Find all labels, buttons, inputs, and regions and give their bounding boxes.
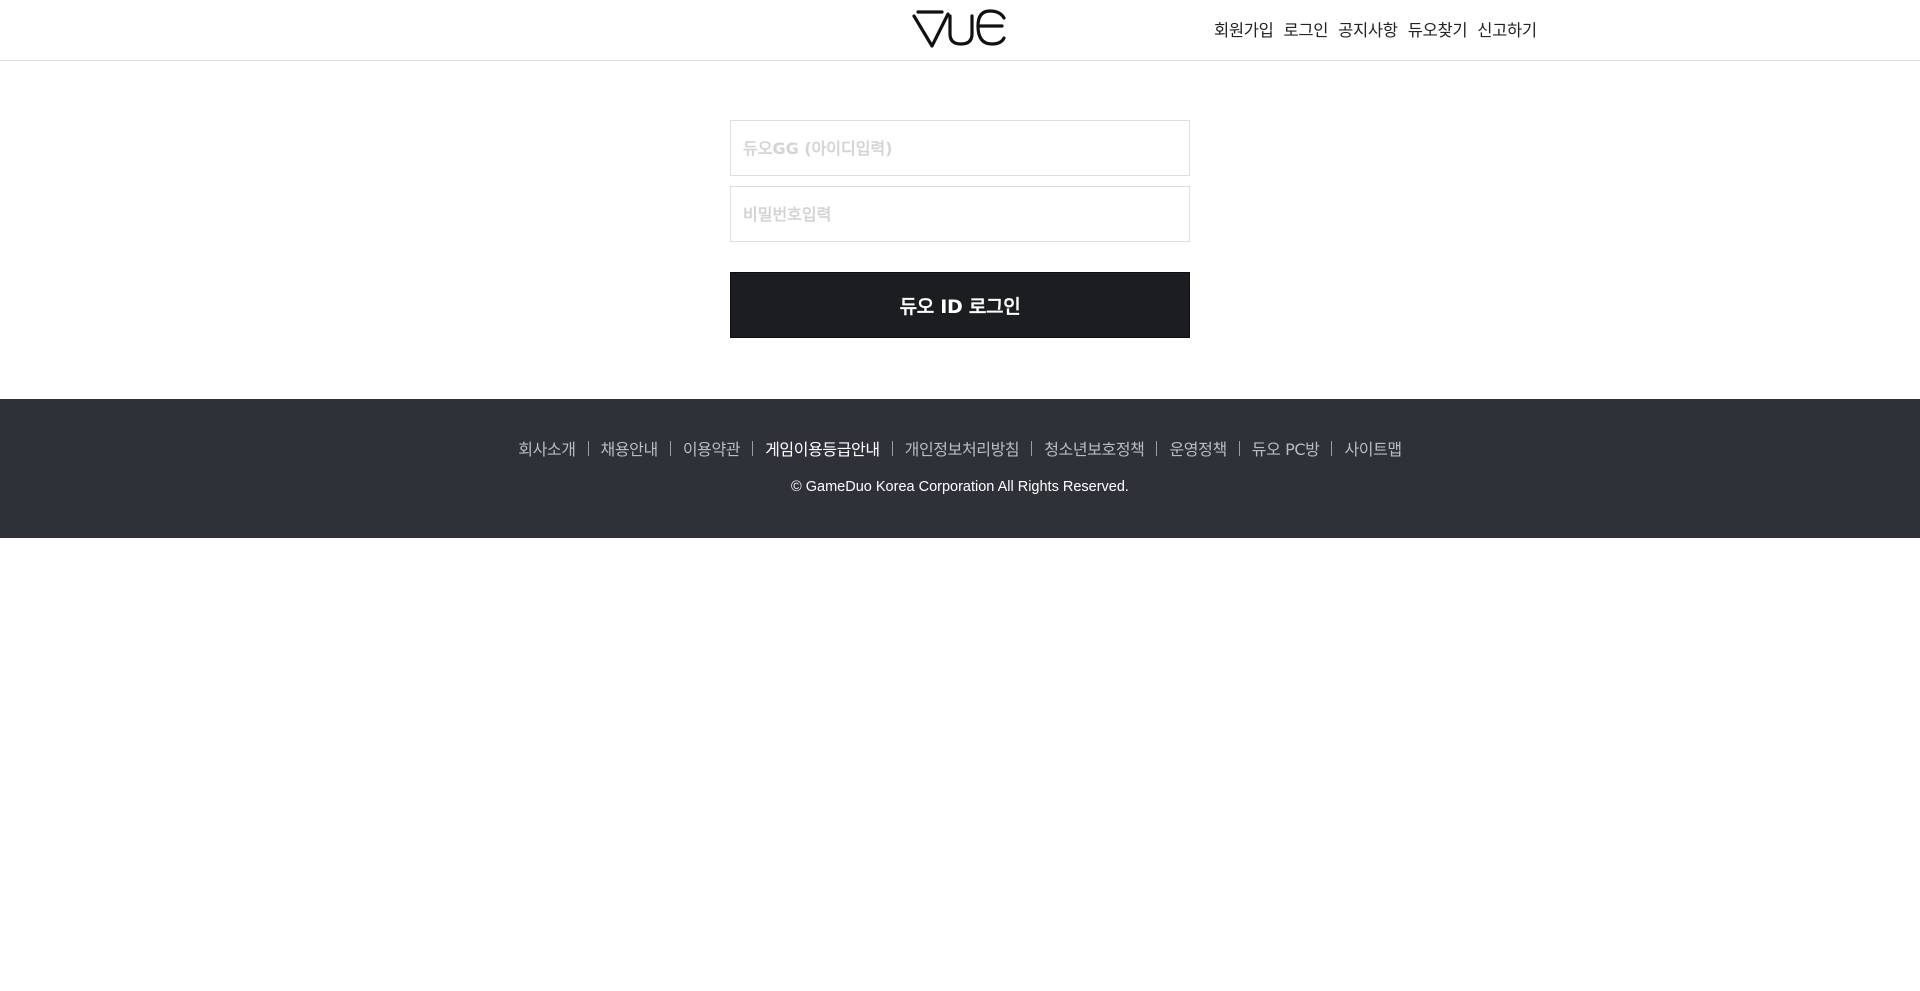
footer-link-pc-bang[interactable]: 듀오 PC방 <box>1252 436 1320 460</box>
top-nav: 회원가입 로그인 공지사항 듀오찾기 신고하기 <box>1214 17 1537 41</box>
nav-notice-link[interactable]: 공지사항 <box>1338 17 1398 41</box>
site-footer: 회사소개 채용안내 이용약관 게임이용등급안내 개인정보처리방침 청소년보호정책… <box>0 399 1920 538</box>
footer-divider <box>669 440 671 456</box>
footer-link-terms[interactable]: 이용약관 <box>683 436 741 460</box>
footer-link-sitemap[interactable]: 사이트맵 <box>1344 436 1402 460</box>
footer-divider <box>891 440 893 456</box>
nav-report-link[interactable]: 신고하기 <box>1477 17 1537 41</box>
footer-link-operation-policy[interactable]: 운영정책 <box>1169 436 1227 460</box>
footer-link-youth-policy[interactable]: 청소년보호정책 <box>1044 436 1145 460</box>
footer-links: 회사소개 채용안내 이용약관 게임이용등급안내 개인정보처리방침 청소년보호정책… <box>0 436 1920 460</box>
footer-link-company[interactable]: 회사소개 <box>518 436 576 460</box>
footer-divider <box>587 440 589 456</box>
copyright-text: © GameDuo Korea Corporation All Rights R… <box>791 479 1129 495</box>
footer-divider <box>1238 440 1240 456</box>
vue-logo[interactable] <box>912 6 1008 50</box>
footer-link-privacy[interactable]: 개인정보처리방침 <box>905 436 1020 460</box>
login-form: 듀오 ID 로그인 <box>730 120 1190 338</box>
footer-divider <box>752 440 754 456</box>
login-button[interactable]: 듀오 ID 로그인 <box>730 272 1190 338</box>
site-header: 회원가입 로그인 공지사항 듀오찾기 신고하기 <box>0 0 1920 61</box>
nav-login-link[interactable]: 로그인 <box>1284 17 1329 41</box>
nav-signup-link[interactable]: 회원가입 <box>1214 17 1274 41</box>
footer-divider <box>1156 440 1158 456</box>
footer-divider <box>1331 440 1333 456</box>
password-input[interactable] <box>730 186 1190 242</box>
footer-divider <box>1031 440 1033 456</box>
id-input[interactable] <box>730 120 1190 176</box>
nav-find-duo-link[interactable]: 듀오찾기 <box>1408 17 1468 41</box>
footer-link-game-rating[interactable]: 게임이용등급안내 <box>765 436 880 460</box>
footer-link-careers[interactable]: 채용안내 <box>601 436 659 460</box>
